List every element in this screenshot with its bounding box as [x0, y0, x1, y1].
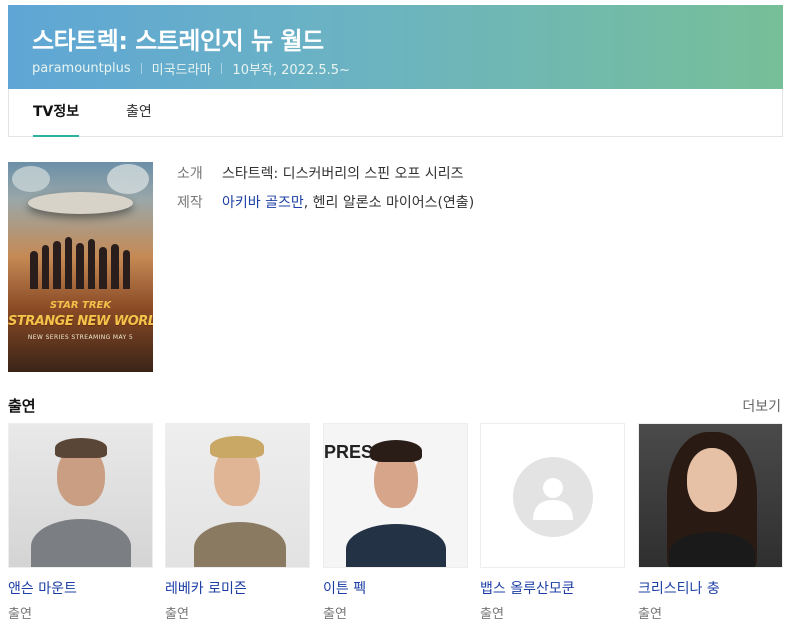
genre-label: 미국드라마	[151, 63, 212, 78]
cast-role: 출연	[323, 607, 347, 622]
tab-tv-info[interactable]: TV정보	[33, 89, 80, 137]
cast-role: 출연	[480, 607, 504, 622]
poster-image[interactable]: STAR TREK STRANGE NEW WORLDS NEW SERIES …	[8, 162, 153, 372]
tab-bar: TV정보 출연	[8, 89, 783, 137]
cast-card[interactable]: 앤슨 마운트 출연	[8, 423, 153, 622]
cast-photo[interactable]	[480, 423, 625, 568]
intro-row: 소개 스타트렉: 디스커버리의 스핀 오프 시리즈	[177, 160, 474, 189]
meta-line: paramountplus 미국드라마 10부작, 2022.5.5~	[32, 59, 350, 78]
poster-planet	[107, 164, 149, 194]
cast-card[interactable]: 레베카 로미즌 출연	[165, 423, 310, 622]
meta-divider	[140, 63, 142, 74]
tab-cast[interactable]: 출연	[126, 89, 152, 136]
title-banner: 스타트렉: 스트레인지 뉴 월드 paramountplus 미국드라마 10부…	[8, 5, 783, 89]
meta-divider	[221, 63, 223, 74]
cast-photo[interactable]	[165, 423, 310, 568]
production-label: 제작	[177, 195, 203, 211]
person-icon	[533, 478, 573, 520]
cast-photo[interactable]: PRES	[323, 423, 468, 568]
cast-card[interactable]: 뱁스 올루산모쿤 출연	[480, 423, 625, 622]
cast-card[interactable]: PRES 이튼 펙 출연	[323, 423, 468, 622]
episodes-date-label: 10부작, 2022.5.5~	[232, 63, 350, 78]
cast-name[interactable]: 크리스티나 충	[638, 578, 783, 598]
cast-role: 출연	[165, 607, 189, 622]
page-title: 스타트렉: 스트레인지 뉴 월드	[32, 27, 324, 55]
cast-name[interactable]: 앤슨 마운트	[8, 578, 153, 598]
director-name: 헨리 알론소 마이어스	[312, 195, 438, 211]
channel-label: paramountplus	[32, 61, 131, 76]
director-role: (연출)	[437, 195, 475, 211]
cast-card[interactable]: 크리스티나 충 출연	[638, 423, 783, 622]
cast-photo[interactable]	[8, 423, 153, 568]
more-link[interactable]: 더보기	[742, 396, 781, 416]
cast-name[interactable]: 뱁스 올루산모쿤	[480, 578, 625, 598]
intro-label: 소개	[177, 166, 203, 182]
show-info: 소개 스타트렉: 디스커버리의 스핀 오프 시리즈 제작 아키바 골즈만, 헨리…	[177, 160, 474, 218]
cast-role: 출연	[8, 607, 32, 622]
cast-name[interactable]: 이튼 펙	[323, 578, 468, 598]
poster-crew	[30, 234, 131, 289]
poster-logo-top: STAR TREK	[49, 300, 112, 311]
poster-starship	[28, 192, 133, 214]
poster-tagline: NEW SERIES STREAMING MAY 5	[27, 334, 134, 341]
cast-section-title: 출연	[8, 397, 36, 415]
poster-planet	[12, 166, 50, 192]
cast-role: 출연	[638, 607, 662, 622]
cast-photo[interactable]	[638, 423, 783, 568]
director-link[interactable]: 아키바 골즈만	[222, 195, 304, 211]
intro-value: 스타트렉: 디스커버리의 스핀 오프 시리즈	[222, 166, 464, 182]
cast-name[interactable]: 레베카 로미즌	[165, 578, 310, 598]
production-row: 제작 아키바 골즈만, 헨리 알론소 마이어스(연출)	[177, 189, 474, 218]
director-separator: ,	[303, 195, 309, 211]
poster-logo-main: STRANGE NEW WORLDS	[8, 314, 153, 329]
